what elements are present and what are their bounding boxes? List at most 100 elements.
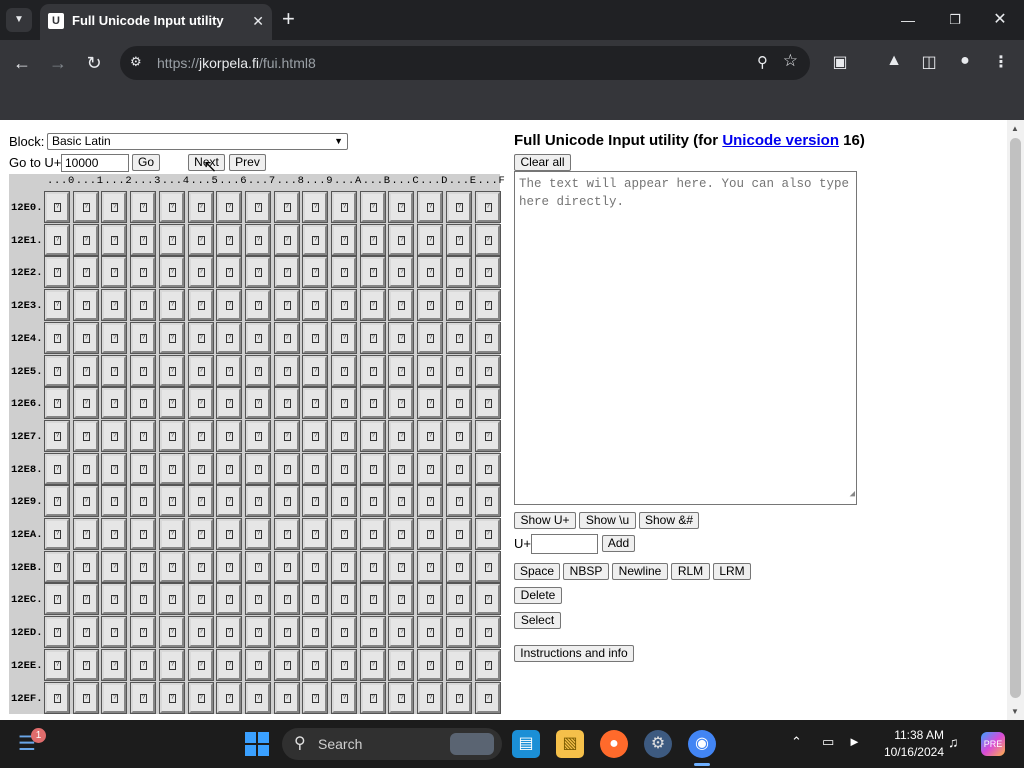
char-cell[interactable]: ? xyxy=(388,648,415,681)
char-cell[interactable]: ? xyxy=(72,648,99,681)
char-cell[interactable]: ? xyxy=(216,387,243,420)
char-cell[interactable]: ? xyxy=(72,256,99,289)
char-cell[interactable]: ? xyxy=(359,485,386,518)
char-cell[interactable]: ? xyxy=(101,452,128,485)
char-cell[interactable]: ? xyxy=(244,387,271,420)
minimize-icon[interactable]: — xyxy=(893,8,923,32)
char-cell[interactable]: ? xyxy=(158,648,185,681)
char-cell[interactable]: ? xyxy=(130,321,157,354)
char-cell[interactable]: ? xyxy=(359,321,386,354)
char-cell[interactable]: ? xyxy=(72,485,99,518)
char-cell[interactable]: ? xyxy=(130,419,157,452)
char-cell[interactable]: ? xyxy=(244,191,271,223)
char-cell[interactable]: ? xyxy=(331,583,357,616)
char-cell[interactable]: ? xyxy=(474,354,501,387)
char-cell[interactable]: ? xyxy=(130,191,157,223)
bookmark-star-icon[interactable]: ☆ xyxy=(783,51,798,71)
char-cell[interactable]: ? xyxy=(302,648,329,681)
char-cell[interactable]: ? xyxy=(216,648,243,681)
char-cell[interactable]: ? xyxy=(445,616,472,649)
char-cell[interactable]: ? xyxy=(474,616,501,649)
char-cell[interactable]: ? xyxy=(445,289,472,322)
char-cell[interactable]: ? xyxy=(388,419,415,452)
char-cell[interactable]: ? xyxy=(158,223,185,256)
char-cell[interactable]: ? xyxy=(388,452,415,485)
char-cell[interactable]: ? xyxy=(101,681,128,714)
select-button[interactable]: Select xyxy=(514,612,561,629)
show-backslash-u-button[interactable]: Show \u xyxy=(579,512,636,529)
char-cell[interactable]: ? xyxy=(474,452,501,485)
char-cell[interactable]: ? xyxy=(302,419,329,452)
settings-gear-icon[interactable]: ⚙ xyxy=(644,730,672,758)
char-cell[interactable]: ? xyxy=(273,485,300,518)
char-cell[interactable]: ? xyxy=(158,681,185,714)
char-cell[interactable]: ? xyxy=(331,419,357,452)
char-cell[interactable]: ? xyxy=(331,191,357,223)
char-cell[interactable]: ? xyxy=(359,648,386,681)
char-cell[interactable]: ? xyxy=(474,550,501,583)
char-cell[interactable]: ? xyxy=(158,550,185,583)
char-cell[interactable]: ? xyxy=(187,648,214,681)
char-cell[interactable]: ? xyxy=(331,681,357,714)
char-cell[interactable]: ? xyxy=(302,289,329,322)
char-cell[interactable]: ? xyxy=(187,256,214,289)
char-cell[interactable]: ? xyxy=(445,648,472,681)
char-cell[interactable]: ? xyxy=(388,681,415,714)
char-cell[interactable]: ? xyxy=(388,256,415,289)
char-cell[interactable]: ? xyxy=(474,256,501,289)
char-cell[interactable]: ? xyxy=(474,191,501,223)
network-icon[interactable]: ▭ xyxy=(822,734,834,750)
char-cell[interactable]: ? xyxy=(474,321,501,354)
char-cell[interactable]: ? xyxy=(417,223,444,256)
char-cell[interactable]: ? xyxy=(101,485,128,518)
char-cell[interactable]: ? xyxy=(187,387,214,420)
char-cell[interactable]: ? xyxy=(101,256,128,289)
char-cell[interactable]: ? xyxy=(244,681,271,714)
char-cell[interactable]: ? xyxy=(187,223,214,256)
char-cell[interactable]: ? xyxy=(44,191,70,223)
char-cell[interactable]: ? xyxy=(359,354,386,387)
char-cell[interactable]: ? xyxy=(302,354,329,387)
clock-date[interactable]: 10/16/2024 xyxy=(872,745,944,759)
char-cell[interactable]: ? xyxy=(72,681,99,714)
url-text[interactable]: https://jkorpela.fi/fui.html8 xyxy=(157,55,316,71)
char-cell[interactable]: ? xyxy=(72,518,99,550)
char-cell[interactable]: ? xyxy=(273,387,300,420)
char-cell[interactable]: ? xyxy=(244,550,271,583)
go-button[interactable]: Go xyxy=(132,154,160,171)
char-cell[interactable]: ? xyxy=(44,485,70,518)
char-cell[interactable]: ? xyxy=(72,289,99,322)
lrm-button[interactable]: LRM xyxy=(713,563,751,580)
char-cell[interactable]: ? xyxy=(158,583,185,616)
char-cell[interactable]: ? xyxy=(216,223,243,256)
char-cell[interactable]: ? xyxy=(388,550,415,583)
char-cell[interactable]: ? xyxy=(101,387,128,420)
char-cell[interactable]: ? xyxy=(273,223,300,256)
char-cell[interactable]: ? xyxy=(101,354,128,387)
char-cell[interactable]: ? xyxy=(302,550,329,583)
volume-icon[interactable]: ► xyxy=(848,734,861,749)
char-cell[interactable]: ? xyxy=(331,256,357,289)
char-cell[interactable]: ? xyxy=(130,452,157,485)
char-cell[interactable]: ? xyxy=(101,518,128,550)
notes-app-icon[interactable]: ▤ xyxy=(512,730,540,758)
char-cell[interactable]: ? xyxy=(244,354,271,387)
char-cell[interactable]: ? xyxy=(187,452,214,485)
char-cell[interactable]: ? xyxy=(187,289,214,322)
char-cell[interactable]: ? xyxy=(331,321,357,354)
char-cell[interactable]: ? xyxy=(244,289,271,322)
char-cell[interactable]: ? xyxy=(417,321,444,354)
char-cell[interactable]: ? xyxy=(130,681,157,714)
char-cell[interactable]: ? xyxy=(101,583,128,616)
char-cell[interactable]: ? xyxy=(72,616,99,649)
char-cell[interactable]: ? xyxy=(130,387,157,420)
char-cell[interactable]: ? xyxy=(302,387,329,420)
char-cell[interactable]: ? xyxy=(158,354,185,387)
char-cell[interactable]: ? xyxy=(44,648,70,681)
char-cell[interactable]: ? xyxy=(44,223,70,256)
char-cell[interactable]: ? xyxy=(417,485,444,518)
char-cell[interactable]: ? xyxy=(359,387,386,420)
nbsp-button[interactable]: NBSP xyxy=(563,563,609,580)
space-button[interactable]: Space xyxy=(514,563,560,580)
char-cell[interactable]: ? xyxy=(101,648,128,681)
